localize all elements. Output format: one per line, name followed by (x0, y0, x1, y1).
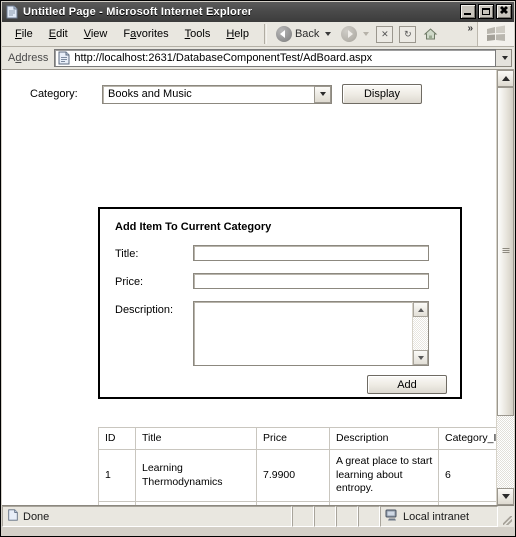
scroll-thumb[interactable] (497, 87, 514, 416)
forward-arrow-icon (341, 26, 358, 42)
refresh-icon[interactable]: ↻ (399, 25, 417, 43)
table-row: 1 Learning Thermodynamics 7.9900 A great… (98, 449, 496, 502)
address-dropdown-button[interactable] (496, 49, 512, 67)
maximize-button[interactable] (478, 4, 494, 19)
title-label: Title: (115, 248, 139, 260)
menu-item-tools[interactable]: Tools (178, 26, 218, 42)
cell-description: A steal at this price! (329, 500, 439, 505)
windows-flag-icon (477, 22, 514, 46)
category-select-value: Books and Music (108, 88, 192, 100)
address-input[interactable]: http://localhost:2631/DatabaseComponentT… (54, 49, 496, 67)
menu-item-file[interactable]: FFileile (8, 26, 40, 42)
column-header-category-id: Category_ID (438, 426, 496, 451)
back-button[interactable]: Back (272, 24, 323, 44)
menu-item-favorites[interactable]: Favorites (116, 26, 175, 42)
cell-category-id: 6 (438, 500, 496, 505)
description-scrollbar[interactable] (412, 302, 428, 365)
resize-grip[interactable] (498, 506, 514, 527)
back-arrow-icon (275, 26, 292, 42)
description-textarea-field[interactable] (194, 302, 412, 365)
title-row: Title: (100, 233, 460, 261)
navigation-toolbar: Back ✕ ↻ » (272, 22, 477, 46)
back-dropdown-icon[interactable] (325, 32, 332, 36)
menu-item-view[interactable]: View (77, 26, 115, 42)
title-input[interactable] (193, 245, 429, 261)
stop-icon[interactable]: ✕ (376, 25, 394, 43)
add-button-row: Add (100, 366, 460, 394)
add-button[interactable]: Add (367, 375, 447, 394)
chevron-double-right-icon[interactable]: » (467, 23, 477, 34)
address-label: Address (8, 52, 49, 64)
triangle-up-icon[interactable] (497, 70, 514, 87)
title-bar: Untitled Page - Microsoft Internet Explo… (2, 2, 514, 22)
window-title: Untitled Page - Microsoft Internet Explo… (23, 6, 253, 18)
status-pane-1 (292, 506, 314, 527)
minimize-button[interactable] (460, 4, 476, 19)
toolbar-separator (263, 24, 267, 44)
display-button[interactable]: Display (342, 84, 422, 104)
menu-item-edit[interactable]: Edit (42, 26, 75, 42)
category-select[interactable]: Books and Music (102, 84, 332, 104)
page-icon (5, 5, 19, 19)
cell-price: 17.9900 (256, 500, 330, 505)
column-header-id: ID (98, 426, 136, 451)
address-bar: Address http://localhost:2631/DatabaseCo… (2, 47, 514, 70)
price-label: Price: (115, 276, 144, 288)
price-input[interactable] (193, 273, 429, 289)
back-button-label: Back (294, 28, 320, 40)
chevron-down-icon[interactable] (314, 85, 331, 103)
cell-description: A great place to start learning about en… (329, 449, 439, 502)
description-textarea[interactable] (193, 301, 429, 366)
triangle-down-icon[interactable] (497, 488, 514, 505)
window-controls: ✖ (460, 4, 512, 19)
close-button[interactable]: ✖ (496, 4, 512, 19)
column-header-description: Description (329, 426, 439, 451)
chevron-down-icon[interactable] (413, 350, 428, 365)
table-row: 2 ASP.NET: The Complete Reference 17.990… (98, 500, 496, 505)
description-scroll-track[interactable] (413, 317, 428, 350)
scroll-track[interactable] (497, 87, 514, 488)
forward-dropdown-icon (363, 32, 370, 36)
status-bar: Done Local intranet (2, 506, 514, 527)
category-label: Category: (30, 88, 78, 100)
status-message: Done (2, 506, 292, 527)
chevron-up-icon[interactable] (413, 302, 428, 317)
category-row: Category: Books and Music Display (2, 70, 496, 104)
address-url-text: http://localhost:2631/DatabaseComponentT… (74, 52, 373, 64)
panel-heading: Add Item To Current Category (115, 221, 272, 233)
page-icon (57, 51, 71, 65)
cell-title: ASP.NET: The Complete Reference (135, 500, 257, 505)
price-row: Price: (100, 261, 460, 289)
status-pane-3 (336, 506, 358, 527)
description-row: Description: (100, 289, 460, 366)
menu-bar: FFileile Edit View Favorites Tools Help … (2, 22, 514, 47)
security-zone[interactable]: Local intranet (380, 506, 498, 527)
cell-id: 1 (98, 449, 136, 502)
items-table: ID Title Price Description Category_ID 1… (98, 426, 496, 505)
status-text: Done (23, 510, 50, 523)
column-header-title: Title (135, 426, 257, 451)
menu-item-help[interactable]: Help (219, 26, 256, 42)
add-item-panel: Add Item To Current Category Title: Pric… (98, 207, 462, 399)
table-header-row: ID Title Price Description Category_ID (98, 426, 496, 451)
menu-items: FFileile Edit View Favorites Tools Help (2, 26, 256, 42)
cell-price: 7.9900 (256, 449, 330, 502)
page-scrollbar-vertical[interactable] (496, 70, 514, 505)
cell-title: Learning Thermodynamics (135, 449, 257, 502)
status-pane-2 (314, 506, 336, 527)
forward-button[interactable] (337, 24, 361, 44)
page-viewport: Category: Books and Music Display Add It… (2, 70, 514, 506)
description-label: Description: (115, 304, 174, 316)
cell-category-id: 6 (438, 449, 496, 502)
cell-id: 2 (98, 500, 136, 505)
page-content: Category: Books and Music Display Add It… (2, 70, 496, 505)
home-icon[interactable] (422, 26, 439, 43)
column-header-price: Price (256, 426, 330, 451)
network-zone-icon (385, 509, 399, 525)
page-icon (7, 509, 19, 524)
security-zone-text: Local intranet (403, 510, 470, 523)
status-pane-4 (358, 506, 380, 527)
browser-window: Untitled Page - Microsoft Internet Explo… (0, 0, 516, 537)
